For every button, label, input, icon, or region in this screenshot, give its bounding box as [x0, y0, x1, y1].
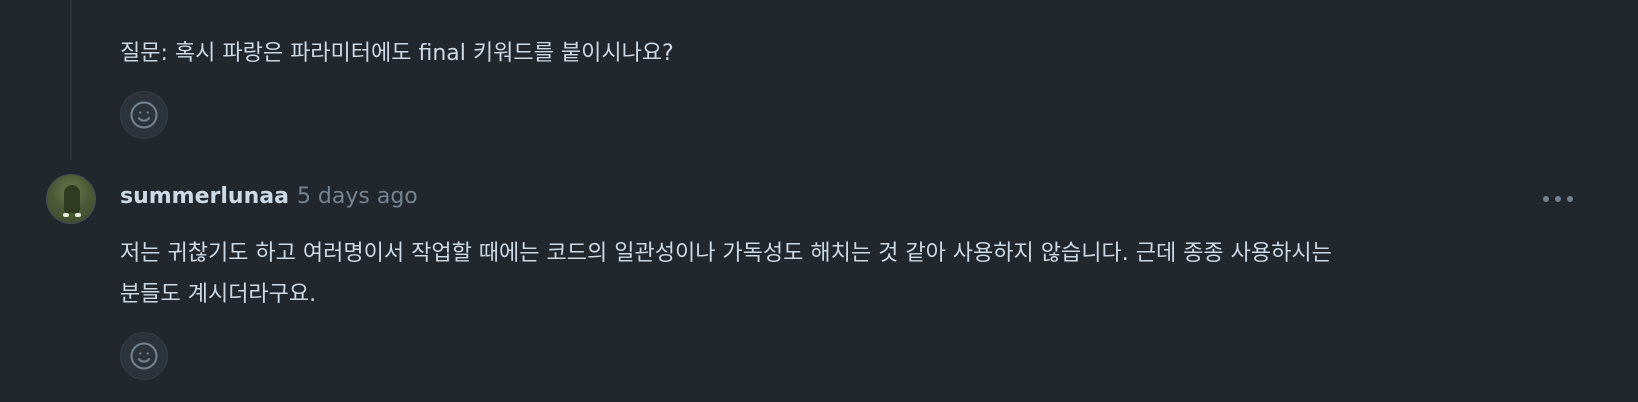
previous-comment-body: 질문: 혹시 파랑은 파라미터에도 final 키워드를 붙이시나요? — [120, 41, 674, 66]
add-reaction-button[interactable] — [120, 91, 168, 139]
comment-body-line: 저는 귀찮기도 하고 여러명이서 작업할 때에는 코드의 일관성이나 가독성도 … — [120, 241, 1332, 266]
kebab-horizontal-icon — [1541, 188, 1575, 207]
comment-body-line: 분들도 계시더라구요. — [120, 282, 317, 307]
smiley-icon — [129, 341, 159, 371]
comment-timestamp[interactable]: 5 days ago — [297, 184, 418, 209]
avatar[interactable] — [46, 174, 96, 224]
comment-options-button[interactable] — [1538, 184, 1578, 210]
timeline-thread-line — [70, 0, 72, 160]
smiley-icon — [129, 100, 159, 130]
author-link[interactable]: summerlunaa — [120, 184, 289, 209]
comment-header: summerlunaa 5 days ago — [120, 180, 418, 214]
add-reaction-button[interactable] — [120, 332, 168, 380]
